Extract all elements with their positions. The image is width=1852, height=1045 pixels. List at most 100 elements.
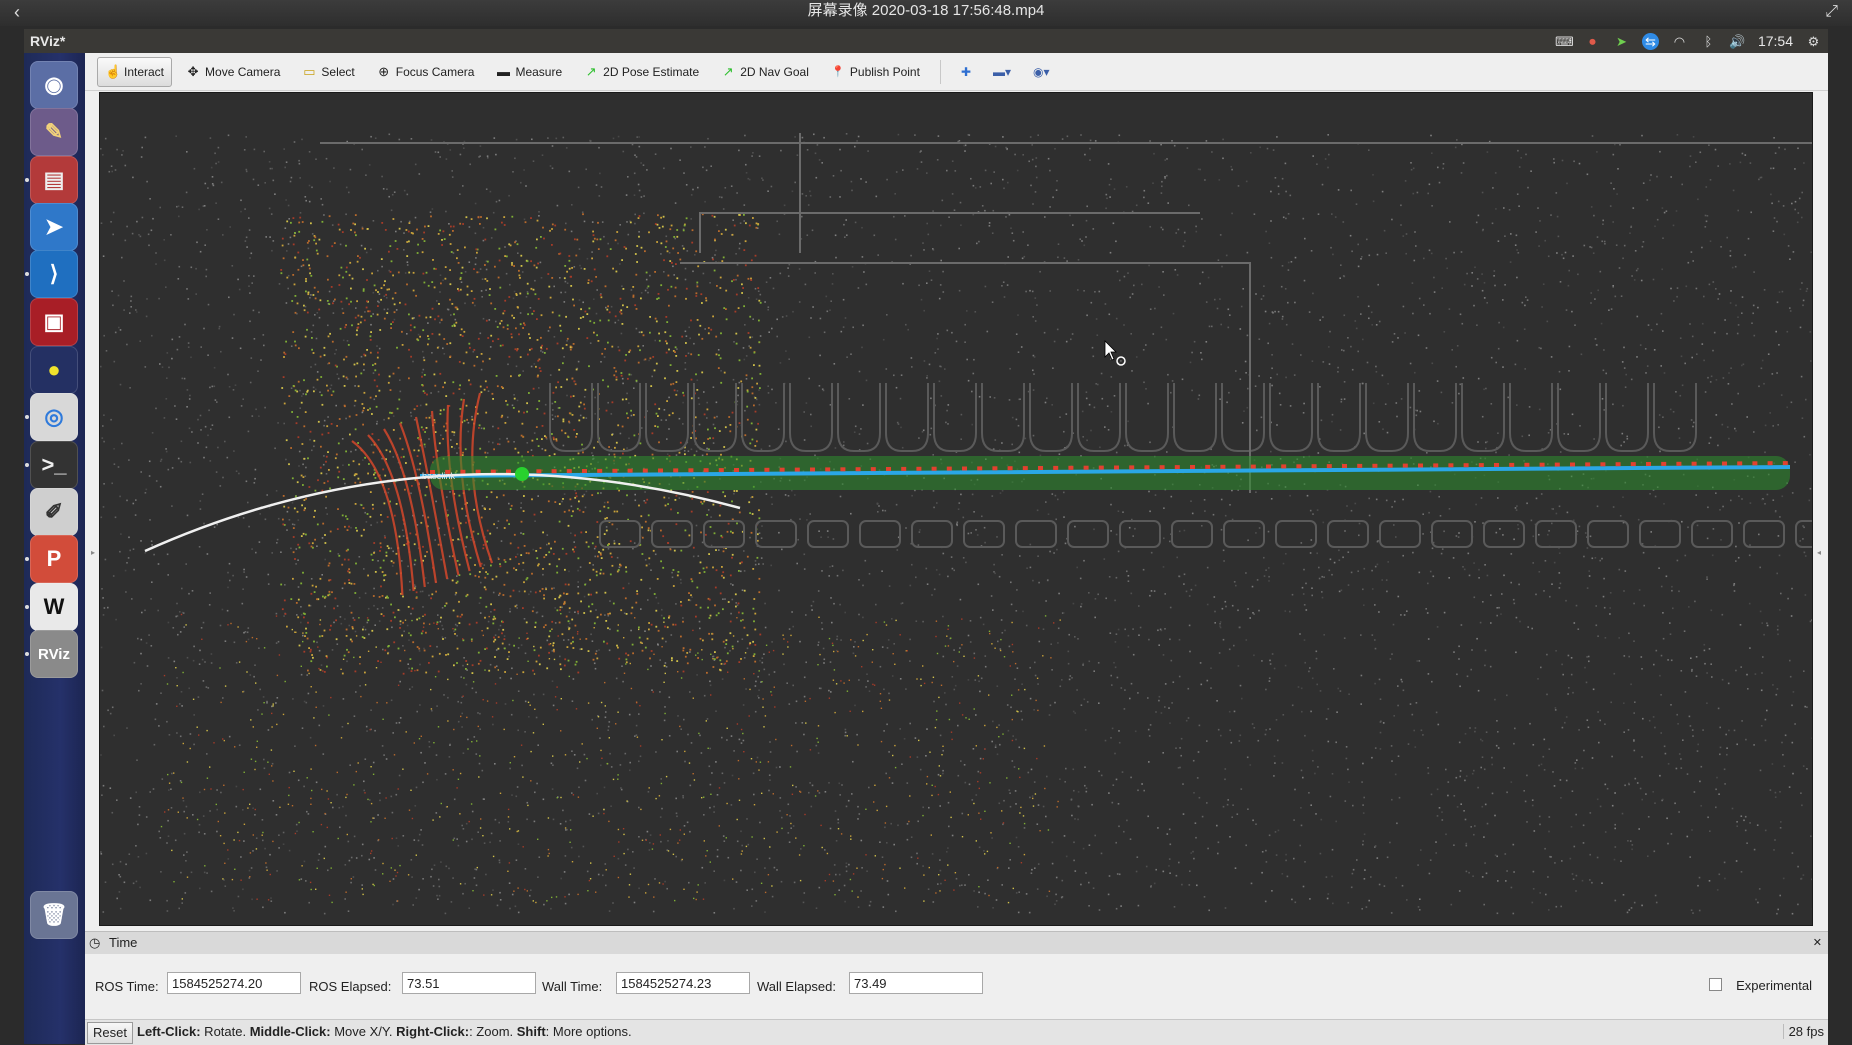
wifi-icon[interactable]: ◠ — [1671, 33, 1688, 50]
vehicle-marker — [515, 467, 529, 481]
remove-tool-icon[interactable]: ▬▾ — [985, 57, 1019, 87]
tool-label: 2D Nav Goal — [740, 65, 809, 79]
fps-counter: 28 fps — [1783, 1024, 1824, 1039]
experimental-label: Experimental — [1736, 978, 1812, 993]
clock-icon: ◷ — [89, 932, 100, 954]
telegram-icon[interactable]: ➤ — [1613, 33, 1630, 50]
system-tray: ⌨ ⏺ ➤ ⇆ ◠ ᛒ 🔊 17:54 ⚙ — [1555, 29, 1822, 53]
top-panel: RViz* ⌨ ⏺ ➤ ⇆ ◠ ᛒ 🔊 17:54 ⚙ — [24, 29, 1828, 53]
building-walls — [320, 133, 1812, 493]
nav-goal-tool[interactable]: ↗ 2D Nav Goal — [713, 57, 817, 87]
settings-gear-icon[interactable]: ⚙ — [1805, 33, 1822, 50]
measure-tool[interactable]: ▬ Measure — [488, 57, 570, 87]
autoware-icon[interactable]: W — [30, 583, 78, 631]
tool-label: Focus Camera — [396, 65, 475, 79]
focus-camera-tool[interactable]: ⊕ Focus Camera — [369, 57, 483, 87]
video-title-bar: ‹ 屏幕录像 2020-03-18 17:56:48.mp4 ⤢ — [0, 0, 1852, 26]
green-arrow-icon: ↗ — [584, 64, 598, 80]
paint-brush-icon[interactable]: ✎ — [30, 108, 78, 156]
ruler-icon: ▬ — [496, 64, 510, 79]
app-red-icon[interactable]: ▣ — [30, 298, 78, 346]
publish-point-tool[interactable]: 📍 Publish Point — [823, 57, 928, 87]
back-icon[interactable]: ‹ — [14, 1, 20, 23]
select-box-icon: ▭ — [302, 64, 316, 80]
tool-label: 2D Pose Estimate — [603, 65, 699, 79]
add-tool-icon[interactable]: ✚ — [953, 57, 979, 87]
close-icon[interactable]: ✕ — [1813, 932, 1822, 954]
running-indicator — [25, 557, 29, 561]
video-title: 屏幕录像 2020-03-18 17:56:48.mp4 — [808, 2, 1045, 19]
tool-label: Select — [321, 65, 354, 79]
left-dock-collapse-icon[interactable]: ▸ — [91, 548, 97, 558]
select-tool[interactable]: ▭ Select — [294, 57, 362, 87]
running-indicator — [25, 272, 29, 276]
ros-time-label: ROS Time: — [95, 979, 159, 995]
right-dock-collapse-icon[interactable]: ◂ — [1817, 548, 1823, 558]
time-panel-title: Time — [109, 932, 137, 954]
running-indicator — [25, 463, 29, 467]
experimental-checkbox[interactable] — [1709, 978, 1722, 991]
bluetooth-icon[interactable]: ᛒ — [1700, 33, 1717, 50]
running-indicator — [25, 415, 29, 419]
trash-icon[interactable]: 🗑 — [30, 891, 78, 939]
focus-icon: ⊕ — [377, 64, 391, 80]
tool-label: Interact — [124, 65, 164, 79]
wall-elapsed-label: Wall Elapsed: — [757, 979, 836, 995]
hint-segment: Left-Click: — [137, 1024, 201, 1039]
wall-time-label: Wall Time: — [542, 979, 602, 995]
hint-segment: : More options. — [546, 1024, 632, 1039]
keyboard-icon[interactable]: ⌨ — [1555, 33, 1572, 50]
teamviewer-icon[interactable]: ⇆ — [1642, 33, 1659, 50]
hint-segment: Middle-Click: — [250, 1024, 331, 1039]
vehicle-label: baselink — [422, 471, 456, 481]
running-indicator — [25, 605, 29, 609]
tool-label: Publish Point — [850, 65, 920, 79]
ros-elapsed-field[interactable] — [402, 972, 536, 994]
wall-elapsed-field[interactable] — [849, 972, 983, 994]
file-manager-icon[interactable]: ▤ — [30, 156, 78, 204]
hand-icon: ☝ — [105, 64, 119, 80]
hint-segment: Move X/Y. — [331, 1024, 397, 1039]
lidar-arcs — [352, 393, 492, 595]
hint-segment: Right-Click: — [396, 1024, 469, 1039]
wall-time-field[interactable] — [616, 972, 750, 994]
status-bar: Reset Left-Click: Rotate. Middle-Click: … — [85, 1019, 1828, 1045]
record-icon[interactable]: ⏺ — [1584, 33, 1601, 50]
telegram-icon[interactable]: ➤ — [30, 203, 78, 251]
interact-tool[interactable]: ☝ Interact — [97, 57, 172, 87]
ros-elapsed-label: ROS Elapsed: — [309, 979, 391, 995]
ros-time-field[interactable] — [167, 972, 301, 994]
launcher: ◉✎▤➤⟩▣●◎>_✐PWRViz 🗑 — [24, 53, 86, 1044]
move-arrows-icon: ✥ — [186, 64, 200, 80]
vscode-icon[interactable]: ⟩ — [30, 250, 78, 298]
wps-presentation-icon[interactable]: P — [30, 535, 78, 583]
tool-label: Measure — [515, 65, 562, 79]
yellow-dot-icon[interactable]: ● — [30, 346, 78, 394]
time-panel: ROS Time: ROS Elapsed: Wall Time: Wall E… — [85, 954, 1828, 1018]
view-eye-icon[interactable]: ◉▾ — [1025, 57, 1058, 87]
ubuntu-dash-icon[interactable]: ◉ — [30, 61, 78, 109]
green-arrow-icon: ↗ — [721, 64, 735, 80]
chrome-icon[interactable]: ◎ — [30, 393, 78, 441]
reset-button[interactable]: Reset — [87, 1022, 133, 1044]
hint-segment: Shift — [517, 1024, 546, 1039]
clock[interactable]: 17:54 — [1758, 29, 1793, 53]
rviz-icon[interactable]: RViz — [30, 630, 78, 678]
volume-icon[interactable]: 🔊 — [1729, 33, 1746, 50]
map-pin-icon: 📍 — [831, 65, 845, 78]
fullscreen-icon[interactable]: ⤢ — [1825, 1, 1838, 23]
point-cloud — [100, 133, 1812, 915]
time-panel-header: ◷ Time ✕ — [85, 931, 1828, 955]
pose-estimate-tool[interactable]: ↗ 2D Pose Estimate — [576, 57, 707, 87]
mouse-hint-text: Left-Click: Rotate. Middle-Click: Move X… — [137, 1024, 632, 1039]
rviz-window: ☝ Interact ✥ Move Camera ▭ Select ⊕ Focus Camer… — [85, 53, 1828, 1044]
hint-segment: Rotate. — [201, 1024, 250, 1039]
text-editor-icon[interactable]: ✐ — [30, 488, 78, 536]
hint-segment: : Zoom. — [469, 1024, 517, 1039]
point-cloud-scene[interactable]: baselink — [100, 93, 1812, 925]
mouse-cursor-icon — [1105, 341, 1116, 360]
move-camera-tool[interactable]: ✥ Move Camera — [178, 57, 288, 87]
terminal-icon[interactable]: >_ — [30, 441, 78, 489]
tool-label: Move Camera — [205, 65, 280, 79]
3d-viewport[interactable]: baselink — [99, 92, 1813, 926]
